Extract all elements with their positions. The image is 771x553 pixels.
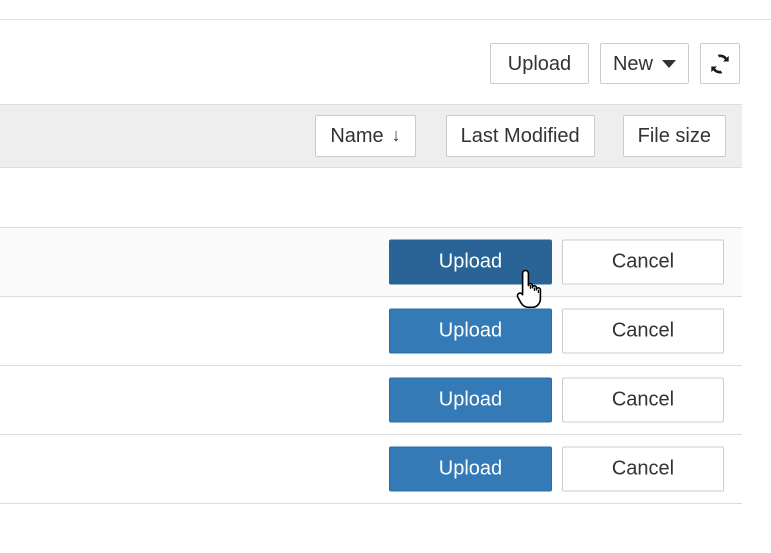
sort-last-modified-label: Last Modified [460,124,580,147]
row-cancel-button[interactable]: Cancel [562,308,724,354]
row-cancel-button[interactable]: Cancel [562,377,724,423]
sort-button-group: Name ↓ Last Modified File size [315,115,726,157]
upload-button[interactable]: Upload [490,43,589,84]
row-action-group: Upload Cancel [389,308,724,354]
refresh-group [700,43,740,84]
row-upload-button[interactable]: Upload [389,446,552,492]
caret-down-icon [662,59,676,68]
file-browser-toolbar: Upload New [0,20,742,104]
refresh-button[interactable] [700,43,740,84]
toolbar-button-group: Upload New [479,43,740,84]
row-cancel-button[interactable]: Cancel [562,239,724,285]
upload-new-group: Upload [490,43,589,84]
list-item[interactable]: Upload Cancel [0,297,742,366]
row-action-group: Upload Cancel [389,239,724,285]
file-list-header: Name ↓ Last Modified File size [0,104,742,168]
sort-file-size-button[interactable]: File size [622,115,726,157]
row-cancel-button[interactable]: Cancel [562,446,724,492]
new-dropdown-button[interactable]: New [600,43,689,84]
new-menu-group: New [600,43,689,84]
list-item[interactable] [0,168,742,228]
sort-name-label: Name [330,124,384,147]
row-action-group: Upload Cancel [389,446,724,492]
row-upload-button[interactable]: Upload [389,377,552,423]
row-upload-button[interactable]: Upload [389,239,552,285]
row-upload-button[interactable]: Upload [389,308,552,354]
refresh-icon [709,53,731,75]
new-dropdown-label: New [612,52,653,75]
row-action-group: Upload Cancel [389,377,724,423]
sort-descending-arrow-icon: ↓ [391,125,401,145]
list-item[interactable]: Upload Cancel [0,228,742,297]
sort-name-button[interactable]: Name ↓ [315,115,416,157]
sort-last-modified-button[interactable]: Last Modified [445,115,595,157]
list-item[interactable]: Upload Cancel [0,435,742,504]
list-item[interactable]: Upload Cancel [0,366,742,435]
file-list: Upload Cancel Upload Cancel Upload Cance… [0,168,742,504]
sort-file-size-label: File size [637,124,711,147]
